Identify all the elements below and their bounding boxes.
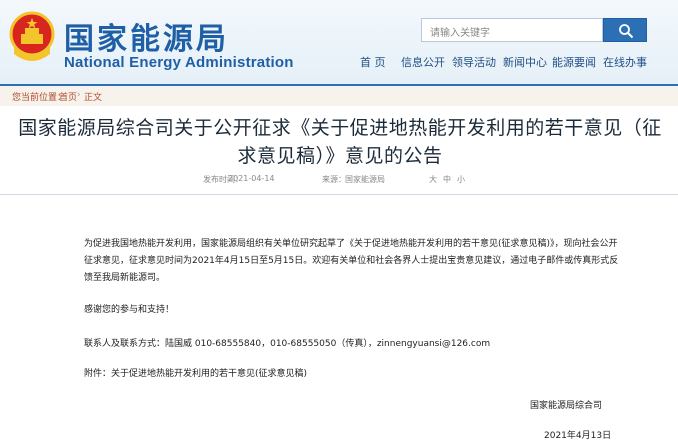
font-size-small-button[interactable]: 小 [457, 174, 465, 185]
source-label: 来源： [322, 175, 346, 184]
title-divider [0, 194, 678, 195]
breadcrumb-separator: › [52, 90, 56, 100]
national-emblem-icon[interactable] [8, 10, 56, 66]
nav-online-services[interactable]: 在线办事 [603, 54, 647, 70]
breadcrumb-separator: › [77, 90, 81, 100]
publish-date: 2021-04-14 [228, 174, 275, 183]
breadcrumb-label: 您当前位置： [12, 93, 67, 103]
signature-date: 2021年4月13日 [544, 431, 612, 441]
nav-news-center[interactable]: 新闻中心 [503, 54, 547, 70]
breadcrumb-home-link[interactable]: 首页 [59, 90, 77, 103]
font-size-medium-button[interactable]: 中 [443, 174, 451, 185]
search-input[interactable]: 请输入关键字 [421, 18, 603, 42]
contact-paragraph: 联系人及联系方式：陆国威 010-68555840，010-68555050（传… [84, 339, 491, 349]
site-header: 国家能源局 National Energy Administration 请输入… [0, 0, 678, 84]
search-icon [619, 24, 634, 39]
article-paragraph: 为促进我国地热能开发利用，国家能源局组织有关单位研究起草了《关于促进地热能开发利… [84, 239, 619, 283]
source-value: 国家能源局 [345, 175, 385, 184]
font-size-large-button[interactable]: 大 [429, 174, 437, 185]
article-title: 国家能源局综合司关于公开征求《关于促进地热能开发利用的若干意见（征求意见稿）》意… [18, 117, 662, 167]
attachment-link[interactable]: 附件：关于促进地热能开发利用的若干意见(征求意见稿) [84, 366, 624, 383]
breadcrumb-current: 正文 [84, 93, 103, 103]
breadcrumb: 您当前位置： › 首页 › 正文 [0, 84, 678, 106]
nav-energy-news[interactable]: 能源要闻 [552, 54, 596, 70]
nav-leader-activities[interactable]: 领导活动 [452, 54, 496, 70]
signature-organization: 国家能源局综合司 [530, 401, 603, 411]
search-button[interactable] [603, 18, 647, 42]
article-paragraph: 感谢您的参与和支持！ [84, 305, 175, 315]
site-logo-en[interactable]: National Energy Administration [64, 54, 294, 71]
site-logo-cn[interactable]: 国家能源局 [64, 14, 229, 58]
nav-home[interactable]: 首 页 [360, 54, 386, 70]
nav-info-disclosure[interactable]: 信息公开 [401, 54, 445, 70]
